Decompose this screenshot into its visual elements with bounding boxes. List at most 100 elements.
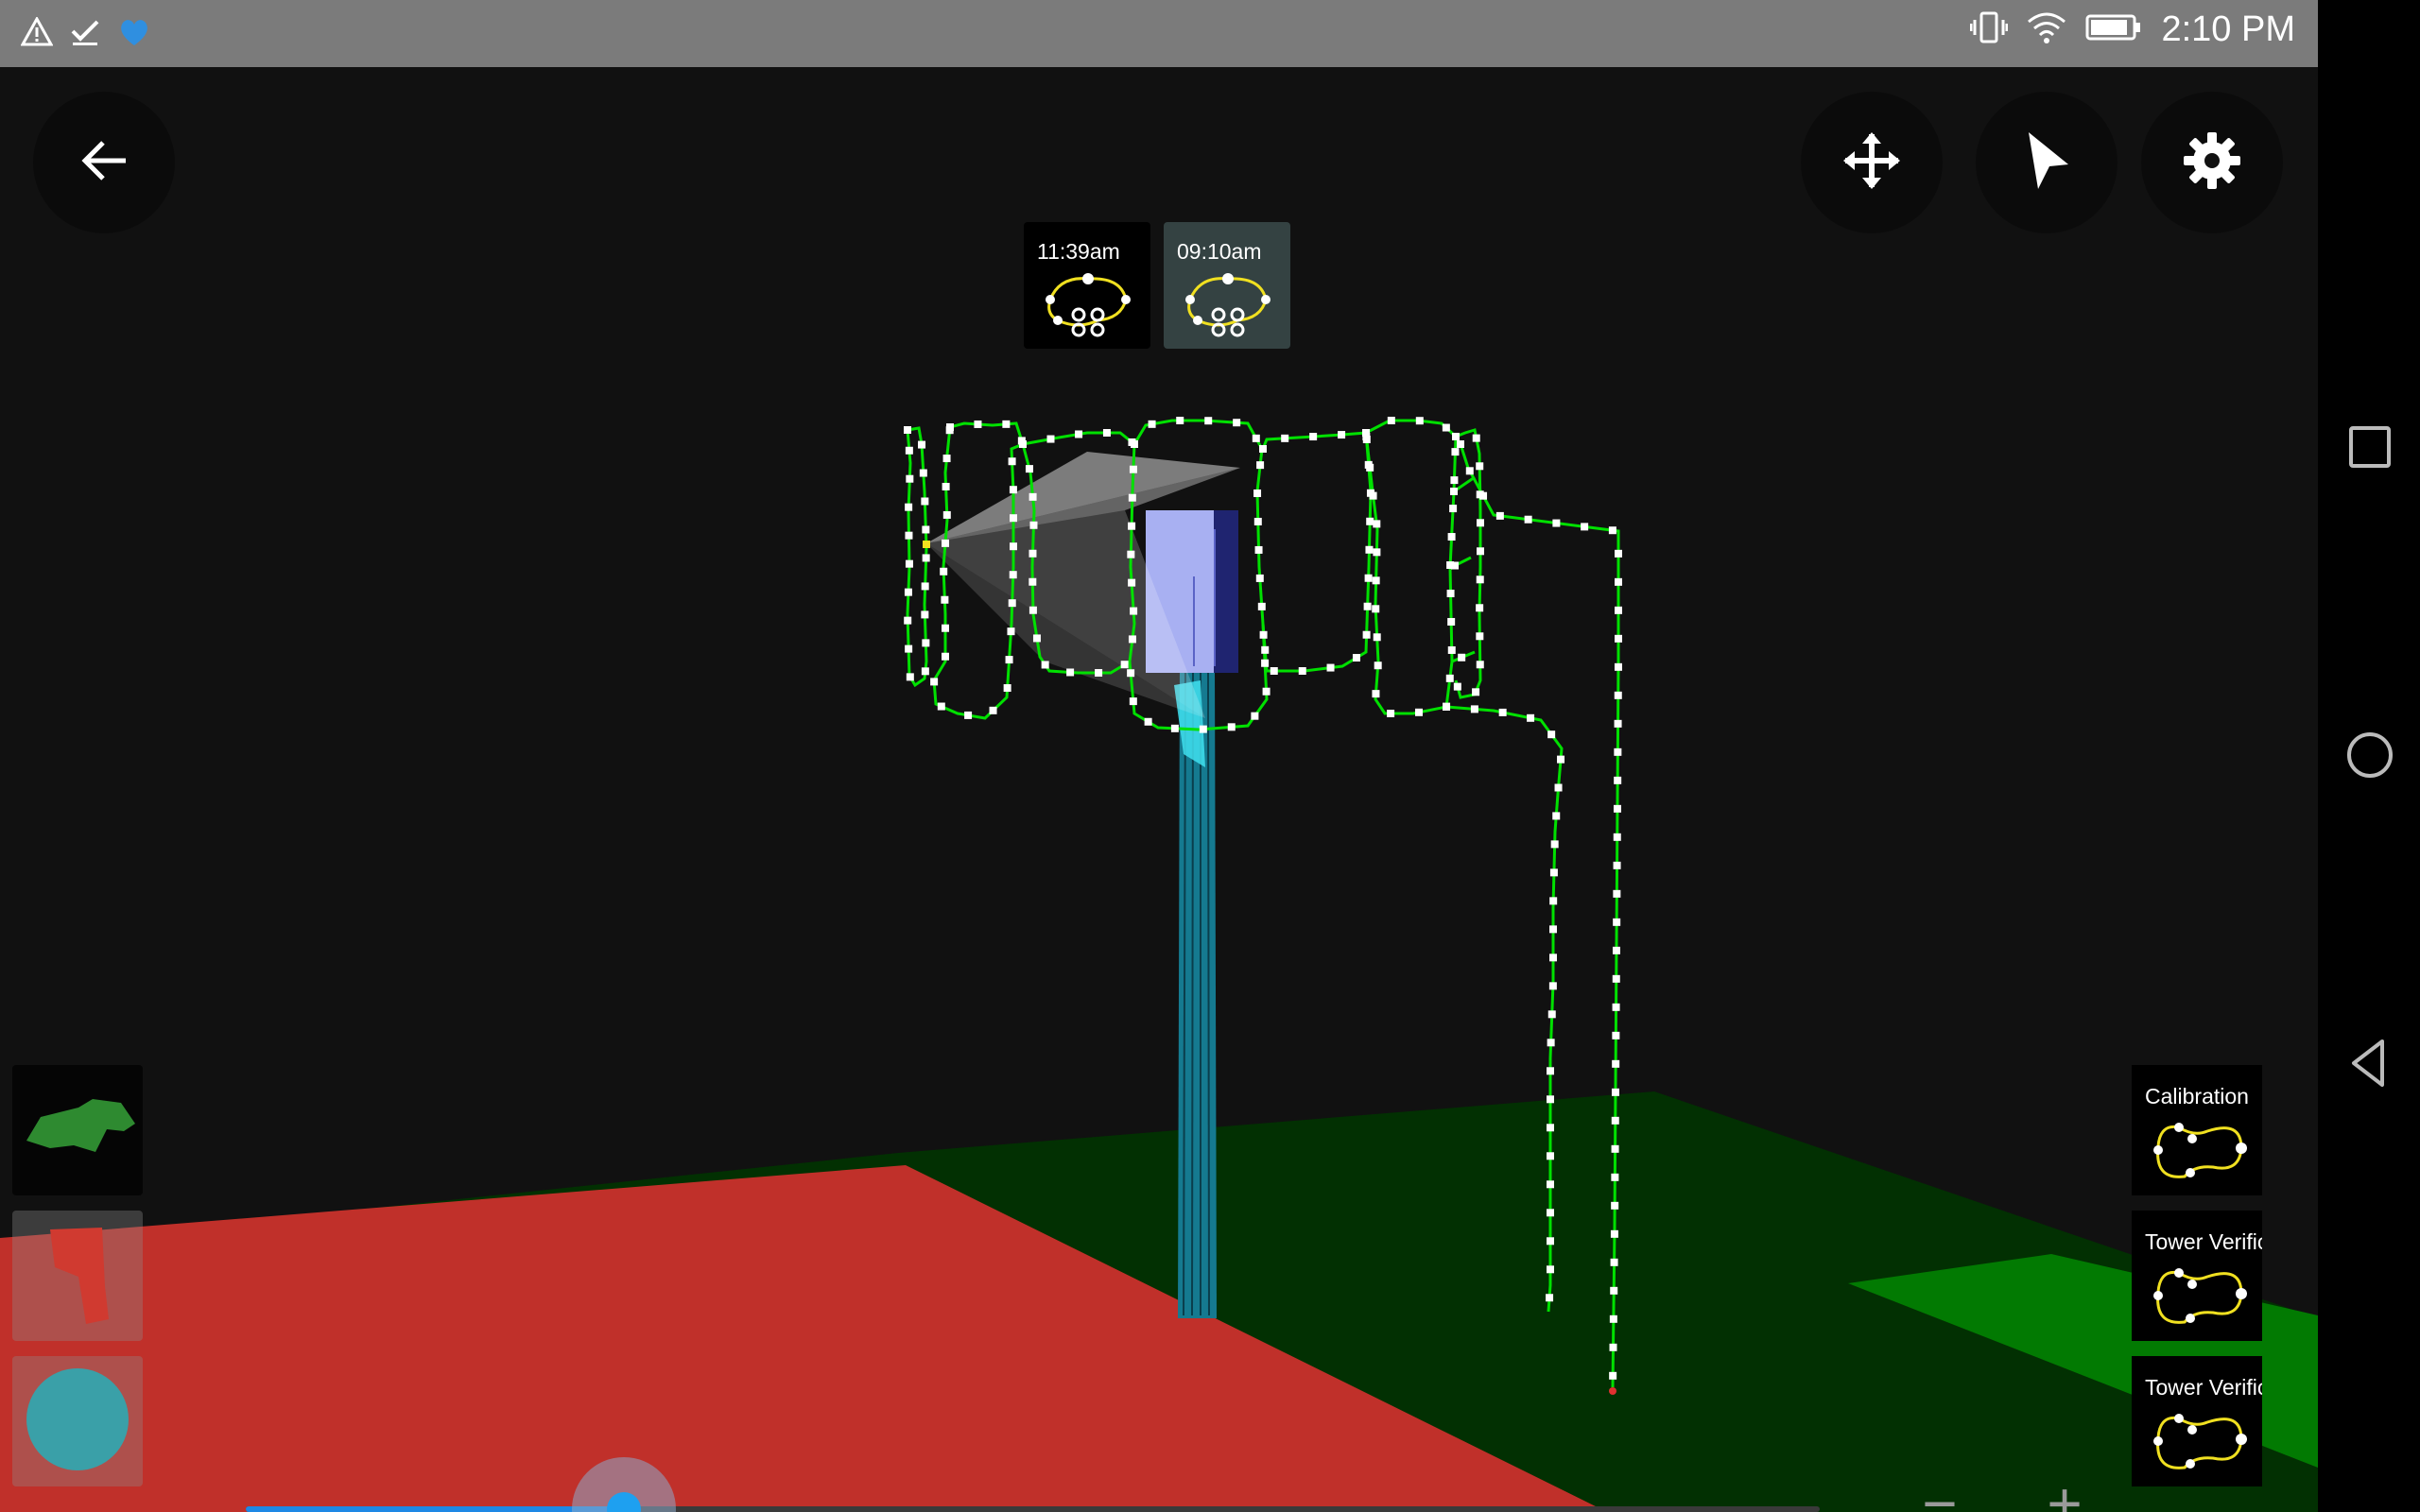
waypoint-marker[interactable] (1233, 419, 1241, 427)
waypoint-marker[interactable] (942, 455, 951, 463)
waypoint-marker[interactable] (1066, 668, 1075, 677)
recents-button[interactable] (2344, 421, 2395, 472)
back-nav-button[interactable] (2344, 1038, 2395, 1089)
waypoint-marker[interactable] (1608, 526, 1616, 535)
waypoint-marker[interactable] (1257, 602, 1266, 610)
waypoint-marker[interactable] (937, 702, 945, 711)
flight-card-selected[interactable]: 09:10am (1164, 222, 1290, 349)
waypoint-marker[interactable] (1547, 1180, 1554, 1189)
waypoint-marker[interactable] (1443, 703, 1450, 711)
waypoint-marker[interactable] (1447, 533, 1456, 541)
waypoint-marker[interactable] (1144, 717, 1152, 726)
waypoint-marker[interactable] (922, 639, 930, 647)
waypoint-marker[interactable] (1547, 1124, 1554, 1132)
waypoint-marker[interactable] (1609, 1343, 1617, 1351)
waypoint-marker[interactable] (1447, 645, 1456, 654)
waypoint-marker[interactable] (905, 503, 913, 511)
waypoint-marker[interactable] (1547, 1010, 1556, 1019)
waypoint-marker[interactable] (1369, 491, 1377, 500)
waypoint-marker[interactable] (1363, 602, 1372, 610)
waypoint-marker[interactable] (942, 510, 951, 519)
waypoint-marker[interactable] (1373, 633, 1381, 642)
waypoint-marker[interactable] (904, 426, 911, 434)
waypoint-marker[interactable] (1445, 674, 1454, 682)
waypoint-marker[interactable] (1547, 1152, 1554, 1160)
waypoint-marker[interactable] (1476, 462, 1484, 471)
waypoint-marker[interactable] (1451, 561, 1460, 570)
waypoint-marker[interactable] (1547, 1265, 1554, 1274)
map-3d-viewport[interactable]: 11:39am 09:10am Calibration Tower Verifi… (0, 67, 2318, 1512)
waypoint-marker[interactable] (945, 426, 954, 435)
waypoint-marker[interactable] (1609, 1371, 1617, 1380)
waypoint-marker[interactable] (1547, 1067, 1554, 1075)
waypoint-marker[interactable] (1007, 627, 1015, 636)
waypoint-marker[interactable] (1176, 417, 1184, 424)
waypoint-marker[interactable] (1127, 550, 1135, 558)
waypoint-marker[interactable] (1261, 645, 1270, 654)
waypoint-marker[interactable] (1611, 1144, 1619, 1153)
waypoint-marker[interactable] (1609, 1314, 1617, 1323)
waypoint-marker[interactable] (1495, 511, 1504, 520)
waypoint-marker[interactable] (1075, 430, 1083, 438)
zoom-in-button[interactable]: + (2036, 1473, 2093, 1512)
waypoint-marker[interactable] (1614, 691, 1622, 699)
waypoint-marker[interactable] (1373, 520, 1381, 528)
waypoint-marker[interactable] (1613, 804, 1621, 813)
waypoint-marker[interactable] (1253, 517, 1262, 525)
waypoint-marker[interactable] (1615, 606, 1622, 614)
waypoint-marker[interactable] (1614, 776, 1622, 784)
waypoint-marker[interactable] (1549, 897, 1558, 905)
waypoint-marker[interactable] (1450, 476, 1459, 485)
back-button[interactable] (33, 92, 175, 233)
waypoint-marker[interactable] (1362, 429, 1370, 437)
waypoint-marker[interactable] (1547, 1237, 1554, 1246)
waypoint-marker[interactable] (1128, 578, 1136, 587)
waypoint-marker[interactable] (1003, 684, 1011, 693)
waypoint-marker[interactable] (1614, 719, 1622, 728)
waypoint-marker[interactable] (1204, 417, 1213, 425)
waypoint-marker[interactable] (1120, 661, 1129, 669)
waypoint-marker[interactable] (1613, 918, 1621, 926)
waypoint-marker[interactable] (1415, 417, 1424, 425)
waypoint-marker[interactable] (1129, 697, 1137, 706)
waypoint-marker[interactable] (1005, 656, 1013, 664)
zoom-out-button[interactable]: − (1911, 1473, 1968, 1512)
waypoint-marker[interactable] (1373, 548, 1381, 557)
waypoint-marker[interactable] (1010, 542, 1017, 551)
waypoint-marker[interactable] (1613, 889, 1621, 898)
move-button[interactable] (1801, 92, 1943, 233)
waypoint-marker[interactable] (1477, 519, 1484, 527)
waypoint-marker[interactable] (974, 420, 982, 428)
waypoint-marker[interactable] (1170, 724, 1179, 732)
waypoint-marker[interactable] (1102, 429, 1111, 437)
waypoint-marker[interactable] (1447, 617, 1456, 626)
waypoint-marker[interactable] (1028, 577, 1037, 586)
waypoint-marker[interactable] (1457, 440, 1464, 448)
waypoint-marker[interactable] (1338, 431, 1346, 439)
terrain-layer-button[interactable] (12, 1065, 143, 1195)
waypoint-marker[interactable] (918, 440, 926, 449)
mission-card[interactable]: Calibration (2132, 1065, 2262, 1195)
waypoint-marker[interactable] (930, 678, 939, 686)
waypoint-marker[interactable] (1199, 725, 1207, 733)
waypoint-marker[interactable] (922, 554, 930, 562)
waypoint-marker[interactable] (1612, 1031, 1620, 1040)
waypoint-marker[interactable] (1387, 417, 1395, 424)
waypoint-marker[interactable] (1281, 434, 1289, 442)
waypoint-marker[interactable] (1611, 1173, 1619, 1181)
waypoint-marker[interactable] (1610, 1258, 1618, 1266)
waypoint-marker[interactable] (1366, 517, 1374, 525)
waypoint-marker[interactable] (1298, 667, 1306, 675)
waypoint-marker[interactable] (1479, 491, 1488, 500)
waypoint-marker[interactable] (904, 616, 912, 625)
waypoint-marker[interactable] (1549, 954, 1557, 962)
home-button[interactable] (2344, 730, 2395, 781)
waypoint-marker[interactable] (1362, 630, 1371, 639)
settings-button[interactable] (2141, 92, 2283, 233)
circle-layer-button[interactable] (12, 1356, 143, 1486)
waypoint-marker[interactable] (1615, 549, 1622, 558)
waypoint-marker[interactable] (1095, 669, 1103, 677)
waypoint-marker[interactable] (1548, 982, 1557, 990)
waypoint-marker[interactable] (1262, 687, 1270, 696)
zone-layer-button[interactable] (12, 1211, 143, 1341)
